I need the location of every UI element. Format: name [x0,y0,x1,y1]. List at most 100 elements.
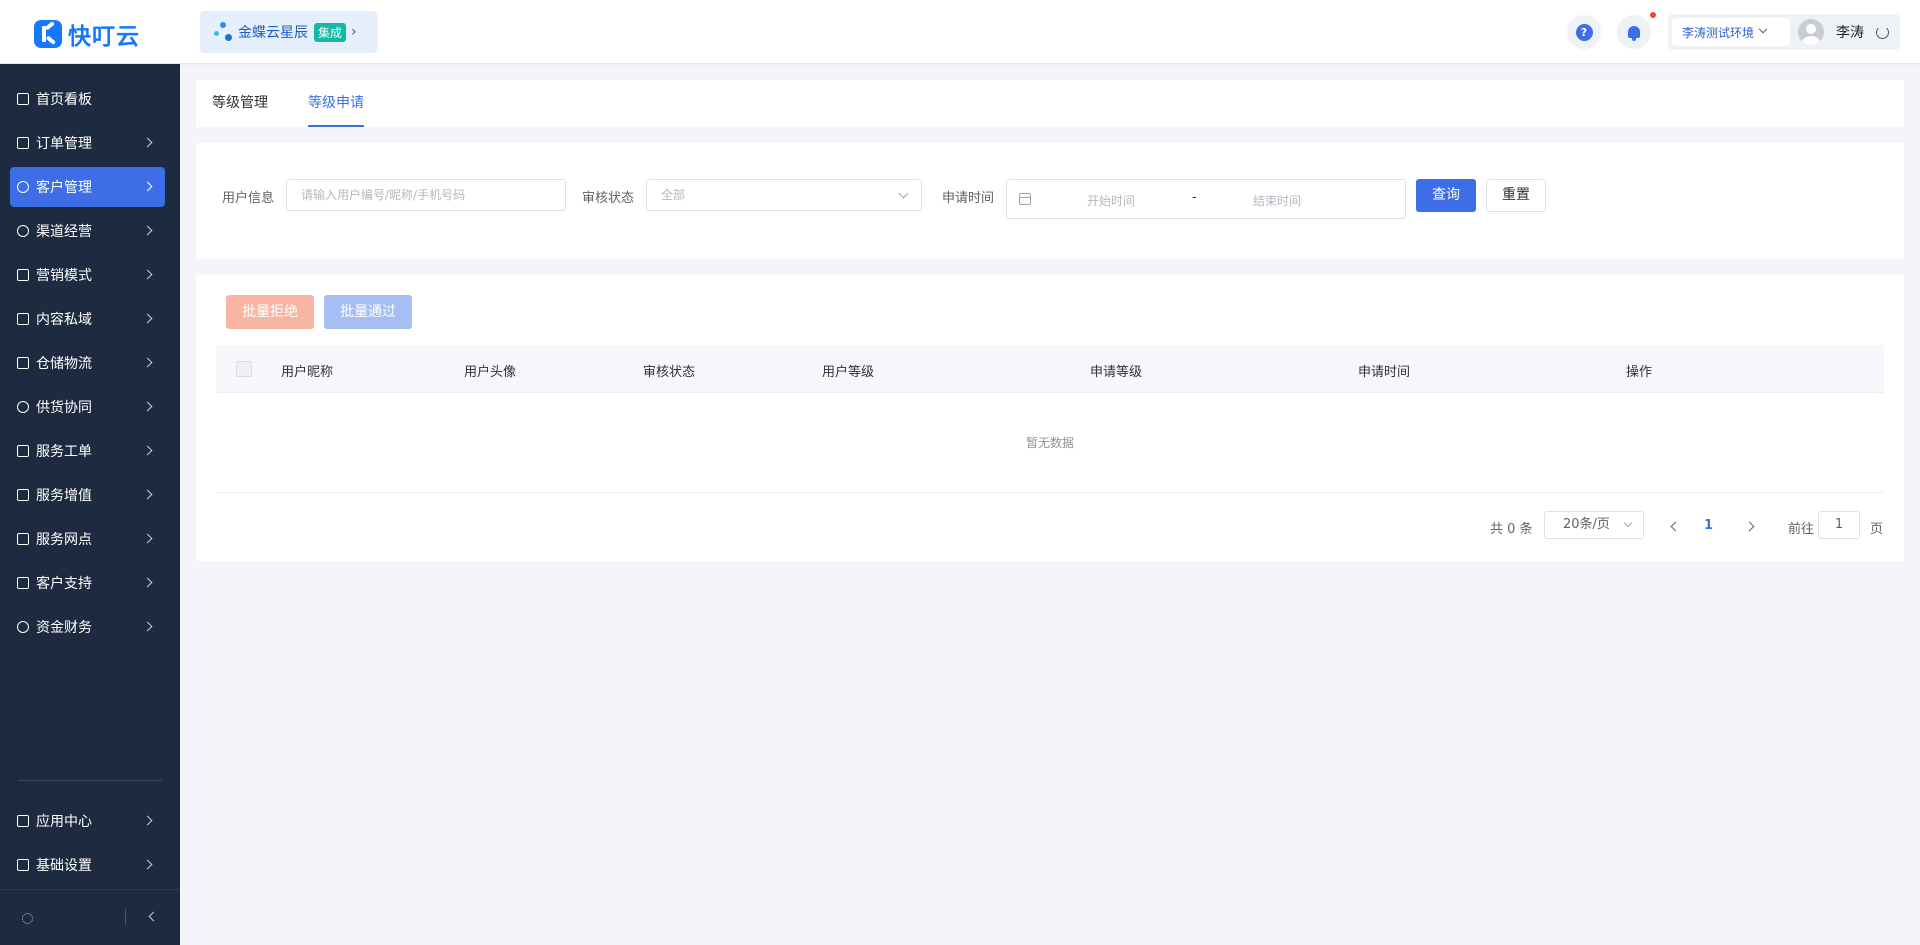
bag-icon [17,489,29,501]
logo-text: 快叮云 [68,24,140,50]
sidebar-item-label: 客户支持 [36,576,92,592]
sidebar-item-content[interactable]: 内容私域 [10,299,165,339]
sidebar-item-label: 应用中心 [36,814,92,830]
user-name[interactable]: 李涛 [1836,22,1864,42]
status-value: 全部 [661,188,686,202]
footer-divider [125,909,126,925]
current-page[interactable]: 1 [1704,518,1713,533]
date-range-picker[interactable]: 开始时间 - 结束时间 [1006,179,1406,219]
brand-name: 金蝶云星辰 [238,25,308,41]
gear-icon[interactable] [22,913,33,924]
sidebar-item-label: 服务增值 [36,488,92,504]
chevron-right-icon [142,577,153,588]
tag-icon [17,269,29,281]
notifications-button[interactable] [1617,15,1651,49]
user-info-input[interactable]: 请输入用户编号/昵称/手机号码 [286,179,566,211]
sidebar-item-finance[interactable]: 资金财务 [10,607,165,647]
box-icon [17,357,29,369]
sidebar-item-warehouse[interactable]: 仓储物流 [10,343,165,383]
user-info-placeholder: 请输入用户编号/昵称/手机号码 [301,188,466,202]
sidebar-item-value-added[interactable]: 服务增值 [10,475,165,515]
page-size-select[interactable]: 20条/页 [1544,511,1644,539]
sidebar-item-settings[interactable]: 基础设置 [10,845,165,885]
sidebar-item-label: 客户管理 [36,180,92,196]
chevron-right-icon: › [351,24,357,40]
table-panel: 批量拒绝 批量通过 用户昵称 用户头像 审核状态 用户等级 申请等级 申请时间 … [196,275,1904,561]
goto-page-input[interactable]: 1 [1818,511,1860,539]
next-page-icon[interactable] [1744,521,1755,532]
sidebar-item-customers[interactable]: 客户管理 [10,167,165,207]
bulk-reject-button[interactable]: 批量拒绝 [226,295,314,329]
goto-label: 前往 [1788,522,1815,537]
chevron-right-icon [142,357,153,368]
chevron-right-icon [142,225,153,236]
date-separator: - [1192,190,1197,205]
status-select[interactable]: 全部 [646,179,922,211]
select-all-checkbox[interactable] [236,361,252,377]
cube-icon [17,815,29,827]
sidebar-item-support[interactable]: 客户支持 [10,563,165,603]
tab-level-management[interactable]: 等级管理 [212,80,268,127]
sidebar-item-label: 首页看板 [36,92,92,108]
tab-level-application[interactable]: 等级申请 [308,80,364,127]
bell-icon [1628,26,1640,41]
chevron-right-icon [142,533,153,544]
supplier-icon [17,401,29,413]
chevron-down-icon [1758,24,1768,34]
chevron-right-icon [142,401,153,412]
apply-time-label: 申请时间 [942,191,995,206]
sidebar-item-label: 供货协同 [36,400,92,416]
empty-state: 暂无数据 [1025,436,1074,450]
chevron-right-icon [142,489,153,500]
prev-page-icon[interactable] [1670,521,1681,532]
bulk-pass-button[interactable]: 批量通过 [324,295,412,329]
sidebar: 首页看板 订单管理 客户管理 渠道经营 营销模式 内容私域 仓储物流 供货协同 … [0,64,180,945]
page-suffix: 页 [1870,522,1884,537]
chevron-right-icon [142,445,153,456]
sidebar-item-label: 营销模式 [36,268,92,284]
status-label: 审核状态 [582,191,635,206]
chevron-right-icon [142,859,153,870]
sidebar-item-label: 仓储物流 [36,356,92,372]
filter-panel: 用户信息 请输入用户编号/昵称/手机号码 审核状态 全部 申请时间 开始时间 -… [196,143,1904,259]
sidebar-item-orders[interactable]: 订单管理 [10,123,165,163]
sidebar-item-label: 基础设置 [36,858,92,874]
user-info-label: 用户信息 [222,191,275,206]
table-bottom-border [216,492,1884,493]
chevron-right-icon [142,313,153,324]
collapse-sidebar-icon[interactable] [148,911,159,922]
column-user-level: 用户等级 [822,365,875,380]
environment-select[interactable]: 李涛测试环境 [1672,18,1790,46]
user-environment-box: 李涛测试环境 李涛 [1668,14,1900,50]
sidebar-item-label: 渠道经营 [36,224,92,240]
help-button[interactable]: ? [1567,15,1601,49]
calendar-icon [1019,193,1031,205]
integration-brand-chip[interactable]: 金蝶云星辰 集成 › [200,11,378,53]
logo-icon [34,20,62,48]
channel-icon [17,225,29,237]
refresh-icon[interactable] [1876,25,1889,39]
sidebar-item-dashboard[interactable]: 首页看板 [10,79,165,119]
end-date-input[interactable]: 结束时间 [1253,192,1301,209]
sidebar-item-supply[interactable]: 供货协同 [10,387,165,427]
query-button[interactable]: 查询 [1416,179,1476,212]
start-date-input[interactable]: 开始时间 [1087,192,1135,209]
notification-dot [1650,12,1656,18]
column-apply-level: 申请等级 [1090,365,1143,380]
sidebar-item-app-center[interactable]: 应用中心 [10,801,165,841]
reset-button[interactable]: 重置 [1486,179,1546,212]
sidebar-item-service-points[interactable]: 服务网点 [10,519,165,559]
sidebar-item-marketing[interactable]: 营销模式 [10,255,165,295]
avatar[interactable] [1798,19,1824,45]
sidebar-item-channels[interactable]: 渠道经营 [10,211,165,251]
chevron-right-icon [142,181,153,192]
image-icon [17,313,29,325]
user-icon [17,181,29,193]
support-icon [17,577,29,589]
column-nickname: 用户昵称 [281,365,334,380]
pagination-total: 共 0 条 [1490,522,1533,537]
yen-icon [17,621,29,633]
sidebar-item-work-orders[interactable]: 服务工单 [10,431,165,471]
app-logo[interactable]: 快叮云 [34,17,140,51]
chevron-down-icon [898,188,909,199]
